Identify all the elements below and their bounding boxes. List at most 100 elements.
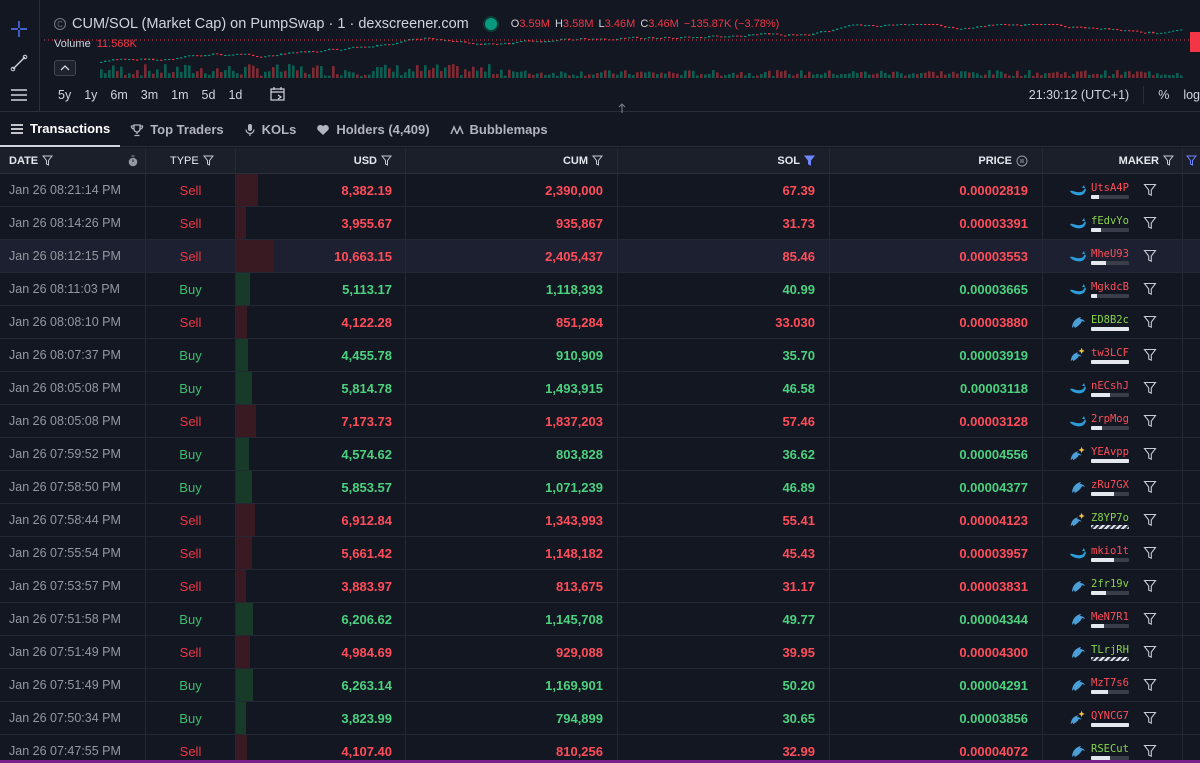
timeframe-5y[interactable]: 5y <box>58 88 78 102</box>
timeframe-1m[interactable]: 1m <box>171 88 195 102</box>
timeframe-3m[interactable]: 3m <box>141 88 165 102</box>
symbol-chip-icon[interactable]: C <box>54 18 66 30</box>
timeframe-1y[interactable]: 1y <box>84 88 104 102</box>
maker-address[interactable]: fEdvYo <box>1091 215 1129 227</box>
filter-maker-icon[interactable] <box>1143 216 1157 230</box>
maker-cell[interactable]: MheU93 <box>1043 240 1183 272</box>
filter-maker-icon[interactable] <box>1143 249 1157 263</box>
maker-address[interactable]: MgkdcB <box>1091 281 1129 293</box>
maker-address[interactable]: mkio1t <box>1091 545 1129 557</box>
timer-icon[interactable] <box>127 155 139 167</box>
maker-cell[interactable]: nECshJ <box>1043 372 1183 404</box>
table-row[interactable]: Jan 26 07:59:52 PM Buy 4,574.62 803,828 36.6… <box>0 438 1200 471</box>
maker-address[interactable]: MeN7R1 <box>1091 611 1129 623</box>
table-row[interactable]: Jan 26 08:12:15 PM Sell 10,663.15 2,405,437… <box>0 240 1200 273</box>
filter-maker-icon[interactable] <box>1143 480 1157 494</box>
filter-maker-icon[interactable] <box>1143 414 1157 428</box>
tab-holders[interactable]: Holders (4,409) <box>306 113 439 147</box>
price-chart[interactable] <box>44 0 1200 80</box>
column-extra[interactable] <box>1183 148 1200 173</box>
maker-address[interactable]: TLrjRH <box>1091 644 1129 656</box>
timeframe-1d[interactable]: 1d <box>228 88 249 102</box>
table-row[interactable]: Jan 26 08:08:10 PM Sell 4,122.28 851,284 33.… <box>0 306 1200 339</box>
filter-maker-icon[interactable] <box>1143 546 1157 560</box>
maker-cell[interactable]: MeN7R1 <box>1043 603 1183 635</box>
filter-maker-icon[interactable] <box>1143 348 1157 362</box>
text-lines-icon[interactable] <box>4 80 34 110</box>
table-row[interactable]: Jan 26 07:51:58 PM Buy 6,206.62 1,145,708 49… <box>0 603 1200 636</box>
maker-cell[interactable]: tw3LCF <box>1043 339 1183 371</box>
maker-address[interactable]: 2fr19v <box>1091 578 1129 590</box>
collapse-legend-button[interactable] <box>54 60 76 76</box>
maker-address[interactable]: UtsA4P <box>1091 182 1129 194</box>
column-type[interactable]: TYPE <box>146 148 236 173</box>
clock[interactable]: 21:30:12 (UTC+1) <box>1029 88 1129 102</box>
filter-maker-icon[interactable] <box>1143 381 1157 395</box>
column-maker[interactable]: MAKER <box>1043 148 1183 173</box>
tab-bubblemaps[interactable]: Bubblemaps <box>440 113 558 147</box>
maker-address[interactable]: Z8YP7o <box>1091 512 1129 524</box>
filter-maker-icon[interactable] <box>1143 282 1157 296</box>
tab-transactions[interactable]: Transactions <box>0 113 121 147</box>
chart-panel[interactable]: C CUM/SOL (Market Cap) on PumpSwap · 1 ·… <box>0 0 1200 112</box>
table-row[interactable]: Jan 26 08:21:14 PM Sell 8,382.19 2,390,000 6… <box>0 174 1200 207</box>
maker-cell[interactable]: fEdvYo <box>1043 207 1183 239</box>
filter-maker-icon[interactable] <box>1143 315 1157 329</box>
timeframe-6m[interactable]: 6m <box>110 88 134 102</box>
table-row[interactable]: Jan 26 08:05:08 PM Buy 5,814.78 1,493,915 46… <box>0 372 1200 405</box>
maker-address[interactable]: MzT7s6 <box>1091 677 1129 689</box>
maker-cell[interactable]: RSECut <box>1043 735 1183 763</box>
maker-address[interactable]: 2rpMog <box>1091 413 1129 425</box>
date-range-icon[interactable] <box>269 86 287 105</box>
column-cum[interactable]: CUM <box>406 148 618 173</box>
maker-cell[interactable]: TLrjRH <box>1043 636 1183 668</box>
maker-cell[interactable]: 2rpMog <box>1043 405 1183 437</box>
maker-address[interactable]: zRu7GX <box>1091 479 1129 491</box>
column-price[interactable]: PRICE <box>830 148 1043 173</box>
column-usd[interactable]: USD <box>236 148 406 173</box>
filter-maker-icon[interactable] <box>1143 579 1157 593</box>
filter-maker-icon[interactable] <box>1143 612 1157 626</box>
filter-maker-icon[interactable] <box>1143 744 1157 758</box>
filter-maker-icon[interactable] <box>1143 645 1157 659</box>
timeframe-5d[interactable]: 5d <box>202 88 223 102</box>
filter-maker-icon[interactable] <box>1143 711 1157 725</box>
filter-maker-icon[interactable] <box>1143 447 1157 461</box>
table-row[interactable]: Jan 26 07:55:54 PM Sell 5,661.42 1,148,182 4… <box>0 537 1200 570</box>
table-row[interactable]: Jan 26 07:51:49 PM Sell 4,984.69 929,088 39.… <box>0 636 1200 669</box>
table-row[interactable]: Jan 26 07:47:55 PM Sell 4,107.40 810,256 32.… <box>0 735 1200 763</box>
percent-scale-button[interactable]: % <box>1158 88 1169 102</box>
table-row[interactable]: Jan 26 07:51:49 PM Buy 6,263.14 1,169,901 50… <box>0 669 1200 702</box>
table-row[interactable]: Jan 26 07:53:57 PM Sell 3,883.97 813,675 31.… <box>0 570 1200 603</box>
maker-cell[interactable]: Z8YP7o <box>1043 504 1183 536</box>
table-row[interactable]: Jan 26 08:07:37 PM Buy 4,455.78 910,909 35.7… <box>0 339 1200 372</box>
tab-top-traders[interactable]: Top Traders <box>120 113 233 147</box>
filter-maker-icon[interactable] <box>1143 183 1157 197</box>
maker-cell[interactable]: YEAvpp <box>1043 438 1183 470</box>
maker-cell[interactable]: UtsA4P <box>1043 174 1183 206</box>
maker-address[interactable]: ED8B2c <box>1091 314 1129 326</box>
maker-cell[interactable]: 2fr19v <box>1043 570 1183 602</box>
maker-address[interactable]: tw3LCF <box>1091 347 1129 359</box>
maker-address[interactable]: YEAvpp <box>1091 446 1129 458</box>
maker-cell[interactable]: mkio1t <box>1043 537 1183 569</box>
maker-cell[interactable]: zRu7GX <box>1043 471 1183 503</box>
maker-cell[interactable]: MgkdcB <box>1043 273 1183 305</box>
column-sol[interactable]: SOL <box>618 148 830 173</box>
maker-address[interactable]: nECshJ <box>1091 380 1129 392</box>
trendline-icon[interactable] <box>4 48 34 78</box>
table-row[interactable]: Jan 26 08:05:08 PM Sell 7,173.73 1,837,203 5… <box>0 405 1200 438</box>
table-row[interactable]: Jan 26 07:58:44 PM Sell 6,912.84 1,343,993 5… <box>0 504 1200 537</box>
maker-address[interactable]: MheU93 <box>1091 248 1129 260</box>
maker-address[interactable]: QYNCG7 <box>1091 710 1129 722</box>
table-row[interactable]: Jan 26 08:11:03 PM Buy 5,113.17 1,118,393 40… <box>0 273 1200 306</box>
table-row[interactable]: Jan 26 07:50:34 PM Buy 3,823.99 794,899 30.6… <box>0 702 1200 735</box>
table-row[interactable]: Jan 26 08:14:26 PM Sell 3,955.67 935,867 31.… <box>0 207 1200 240</box>
filter-maker-icon[interactable] <box>1143 513 1157 527</box>
filter-maker-icon[interactable] <box>1143 678 1157 692</box>
log-scale-button[interactable]: log <box>1183 88 1200 102</box>
maker-cell[interactable]: MzT7s6 <box>1043 669 1183 701</box>
maker-cell[interactable]: ED8B2c <box>1043 306 1183 338</box>
crosshair-icon[interactable] <box>4 14 34 44</box>
maker-cell[interactable]: QYNCG7 <box>1043 702 1183 734</box>
